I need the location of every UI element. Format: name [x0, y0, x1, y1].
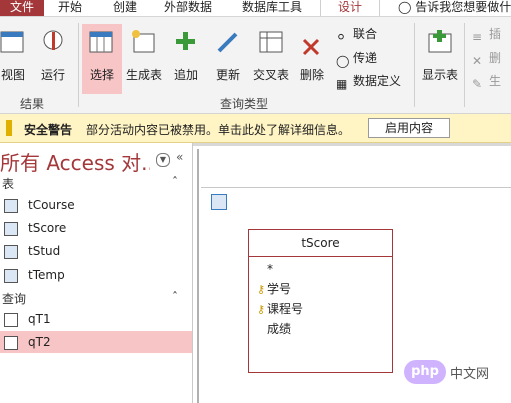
- data-definition-button[interactable]: ▦ 数据定义: [336, 72, 401, 91]
- field-score[interactable]: 成绩: [257, 320, 291, 338]
- insert-rows-button[interactable]: ≡ 插: [472, 25, 501, 44]
- group-divider: [464, 23, 465, 107]
- tab-file[interactable]: 文件: [0, 0, 44, 16]
- view-button[interactable]: 视图: [0, 24, 26, 94]
- tab-database-tools[interactable]: 数据库工具: [242, 0, 302, 16]
- tab-external-data[interactable]: 外部数据: [164, 0, 212, 16]
- show-table-icon: [428, 30, 452, 53]
- run-button[interactable]: 运行: [32, 24, 74, 94]
- watermark-badge: php: [404, 360, 446, 384]
- primary-key-icon: ⚷: [257, 283, 266, 296]
- watermark: php 中文网: [404, 360, 508, 384]
- security-warning-title: 安全警告: [24, 123, 73, 137]
- tab-home[interactable]: 开始: [58, 0, 82, 16]
- nav-item-qt2[interactable]: qT2: [0, 331, 192, 353]
- navigation-pane-title[interactable]: 所有 Access 对...: [0, 147, 150, 176]
- warning-icon: [6, 120, 12, 136]
- field-all[interactable]: *: [257, 260, 273, 278]
- nav-section-tables[interactable]: 表 ˆ: [0, 175, 192, 193]
- tell-me-text: 告诉我您想要做什: [415, 0, 511, 14]
- nav-section-queries[interactable]: 查询 ˆ: [0, 290, 192, 308]
- select-query-button[interactable]: 选择: [82, 24, 122, 94]
- select-query-icon: [89, 31, 113, 53]
- field-list-title[interactable]: tScore: [249, 230, 392, 257]
- delete-rows-button[interactable]: ✕ 删: [472, 49, 501, 68]
- pass-through-button[interactable]: ◯ 传递: [336, 49, 377, 68]
- primary-key-icon: ⚷: [257, 303, 266, 316]
- table-icon: [4, 245, 18, 259]
- union-icon: ⚪: [336, 29, 347, 44]
- query-icon: [4, 313, 18, 327]
- lightbulb-icon: ◯: [398, 0, 412, 14]
- append-button[interactable]: 追加: [166, 24, 206, 94]
- tab-create[interactable]: 创建: [113, 0, 137, 16]
- nav-item-ttemp[interactable]: tTemp: [0, 264, 192, 286]
- builder-button[interactable]: ✎ 生: [472, 72, 501, 91]
- field-list-tscore[interactable]: tScore * ⚷ 学号 ⚷ 课程号 成绩: [248, 229, 393, 373]
- nav-item-tstud[interactable]: tStud: [0, 240, 192, 262]
- group-divider: [78, 23, 79, 107]
- query-type-group-label: 查询类型: [220, 97, 269, 111]
- append-icon: [176, 32, 195, 50]
- chevron-down-icon[interactable]: ▼: [156, 153, 170, 167]
- navigation-pane: 所有 Access 对... ▼ « 表 ˆ tCourse tScore tS…: [0, 143, 193, 403]
- delete-rows-icon: ✕: [472, 53, 483, 68]
- table-icon: [4, 269, 18, 283]
- nav-item-qt1[interactable]: qT1: [0, 308, 192, 330]
- crosstab-button[interactable]: 交叉表: [250, 24, 292, 94]
- field-student-id[interactable]: ⚷ 学号: [257, 280, 291, 298]
- update-button[interactable]: 更新: [208, 24, 248, 94]
- watermark-text: 中文网: [450, 367, 490, 382]
- globe-icon: ◯: [336, 53, 350, 68]
- tab-design[interactable]: 设计: [320, 0, 380, 16]
- run-icon: [43, 30, 63, 50]
- make-table-button[interactable]: 生成表: [124, 24, 164, 94]
- union-button[interactable]: ⚪ 联合: [336, 25, 377, 44]
- crosstab-icon: [259, 31, 283, 53]
- show-table-button[interactable]: 显示表: [418, 24, 462, 94]
- security-warning-bar: 安全警告 部分活动内容已被禁用。单击此处了解详细信息。 启用内容: [0, 114, 511, 143]
- group-divider: [414, 23, 415, 107]
- update-icon: [217, 32, 238, 53]
- table-icon: [4, 199, 18, 213]
- query-design-icon: [211, 194, 227, 210]
- chevron-up-icon: ˆ: [172, 175, 178, 189]
- design-frame-border: [197, 149, 199, 403]
- query-icon: [4, 336, 18, 350]
- delete-icon: [302, 38, 320, 56]
- enable-content-button[interactable]: 启用内容: [368, 118, 450, 138]
- data-definition-icon: ▦: [336, 76, 348, 91]
- collapse-pane-icon[interactable]: «: [176, 150, 183, 164]
- table-icon: [4, 222, 18, 236]
- query-window-header: [201, 187, 511, 219]
- builder-icon: ✎: [472, 76, 483, 91]
- nav-item-tcourse[interactable]: tCourse: [0, 194, 192, 216]
- insert-rows-icon: ≡: [472, 29, 483, 44]
- ribbon-tab-bar: 文件 开始 创建 外部数据 数据库工具 设计 ◯ 告诉我您想要做什: [0, 0, 511, 17]
- make-table-icon: [132, 30, 155, 53]
- ribbon: 视图 运行 结果 选择 生成表 追加 更新 交叉表 删除 ⚪ 联合 ◯ 传递 ▦ 数据…: [0, 17, 511, 114]
- chevron-up-icon: ˆ: [172, 290, 178, 304]
- document-tab-strip: [193, 143, 511, 146]
- view-icon: [0, 31, 24, 53]
- security-warning-message[interactable]: 部分活动内容已被禁用。单击此处了解详细信息。: [86, 121, 350, 138]
- tell-me-box[interactable]: ◯ 告诉我您想要做什: [398, 0, 511, 16]
- results-group-label: 结果: [20, 97, 45, 111]
- delete-button[interactable]: 删除: [294, 24, 330, 94]
- nav-item-tscore[interactable]: tScore: [0, 217, 192, 239]
- field-course-id[interactable]: ⚷ 课程号: [257, 300, 303, 318]
